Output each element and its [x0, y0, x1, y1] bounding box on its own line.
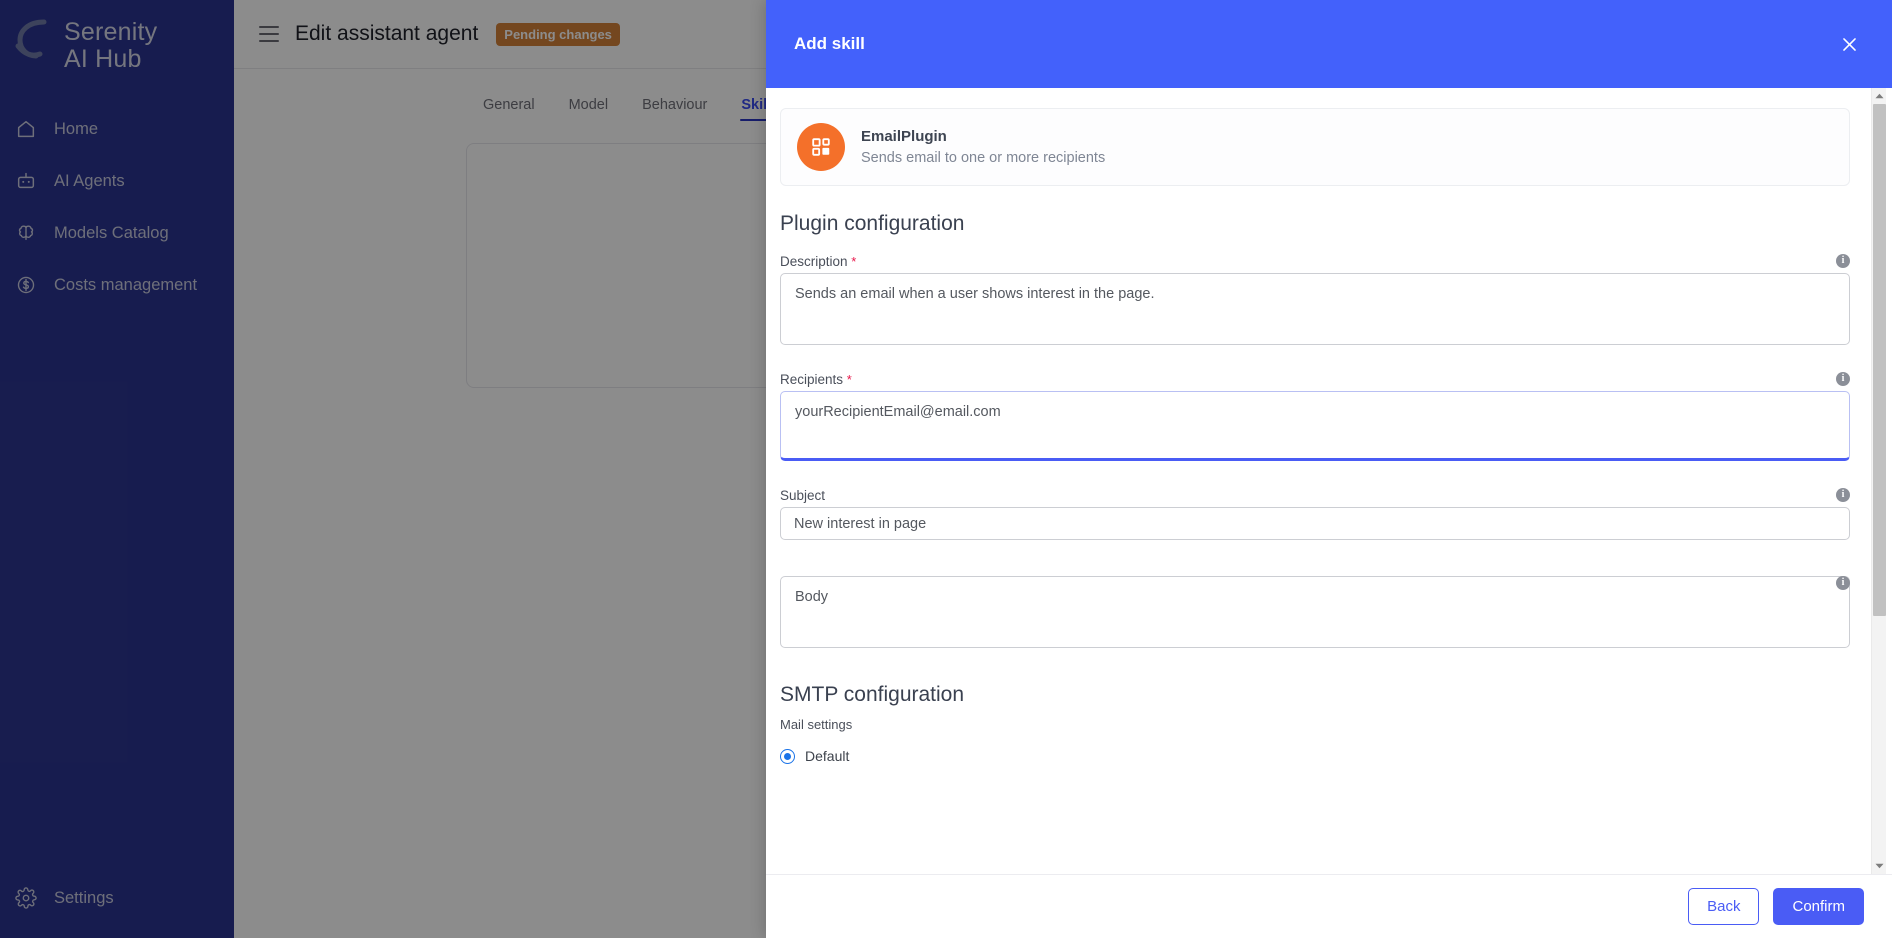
screen-root: Serenity AI Hub Home AI Agents Models Ca…	[0, 0, 1892, 938]
smtp-option-label: Default	[805, 748, 850, 764]
plugin-summary-card: EmailPlugin Sends email to one or more r…	[780, 108, 1850, 186]
field-body: i Body	[780, 576, 1850, 653]
required-marker: *	[851, 254, 857, 269]
back-button[interactable]: Back	[1688, 888, 1760, 925]
smtp-option-default[interactable]: Default	[780, 748, 1850, 764]
close-icon[interactable]	[1834, 29, 1864, 59]
subject-input[interactable]	[780, 507, 1850, 540]
section-title-plugin-configuration: Plugin configuration	[780, 212, 965, 235]
dialog-footer: Back Confirm	[766, 874, 1892, 938]
field-recipients: Recipients * i yourRecipientEmail@email.…	[780, 372, 1850, 466]
dialog-scroll-content: EmailPlugin Sends email to one or more r…	[780, 108, 1864, 874]
field-subject: Subject i	[780, 488, 1850, 540]
section-title-smtp-configuration: SMTP configuration	[780, 683, 965, 706]
plugin-info: EmailPlugin Sends email to one or more r…	[861, 128, 1105, 166]
dialog-header: Add skill	[766, 0, 1892, 88]
subject-label: Subject	[780, 488, 826, 503]
info-icon[interactable]: i	[1836, 372, 1850, 386]
description-label: Description *	[780, 254, 1850, 269]
info-icon[interactable]: i	[1836, 576, 1850, 590]
dialog-title: Add skill	[794, 34, 865, 53]
info-icon[interactable]: i	[1836, 254, 1850, 268]
recipients-label-text: Recipients	[780, 372, 844, 387]
dialog-body: EmailPlugin Sends email to one or more r…	[766, 88, 1892, 874]
plugin-blocks-icon	[797, 123, 845, 171]
mail-settings-label: Mail settings	[780, 717, 853, 732]
scroll-down-arrow-icon[interactable]	[1872, 858, 1887, 874]
description-textarea[interactable]: Sends an email when a user shows interes…	[780, 273, 1850, 345]
description-label-text: Description	[780, 254, 848, 269]
scroll-up-arrow-icon[interactable]	[1872, 88, 1887, 104]
body-textarea[interactable]: Body	[780, 576, 1850, 648]
recipients-textarea[interactable]: yourRecipientEmail@email.com	[780, 391, 1850, 461]
required-marker: *	[846, 372, 852, 387]
recipients-label: Recipients *	[780, 372, 1850, 387]
field-description: Description * i Sends an email when a us…	[780, 254, 1850, 350]
dialog-scrollbar[interactable]	[1871, 88, 1886, 874]
plugin-description: Sends email to one or more recipients	[861, 150, 1106, 166]
confirm-button[interactable]: Confirm	[1773, 888, 1864, 925]
plugin-name: EmailPlugin	[861, 128, 947, 145]
radio-selected-icon[interactable]	[780, 748, 795, 764]
info-icon[interactable]: i	[1836, 488, 1850, 502]
add-skill-dialog: Add skill EmailPlugin Sends email to one…	[766, 0, 1892, 938]
scrollbar-thumb[interactable]	[1872, 104, 1886, 616]
dialog-title-wrap: Add skill	[780, 34, 865, 54]
